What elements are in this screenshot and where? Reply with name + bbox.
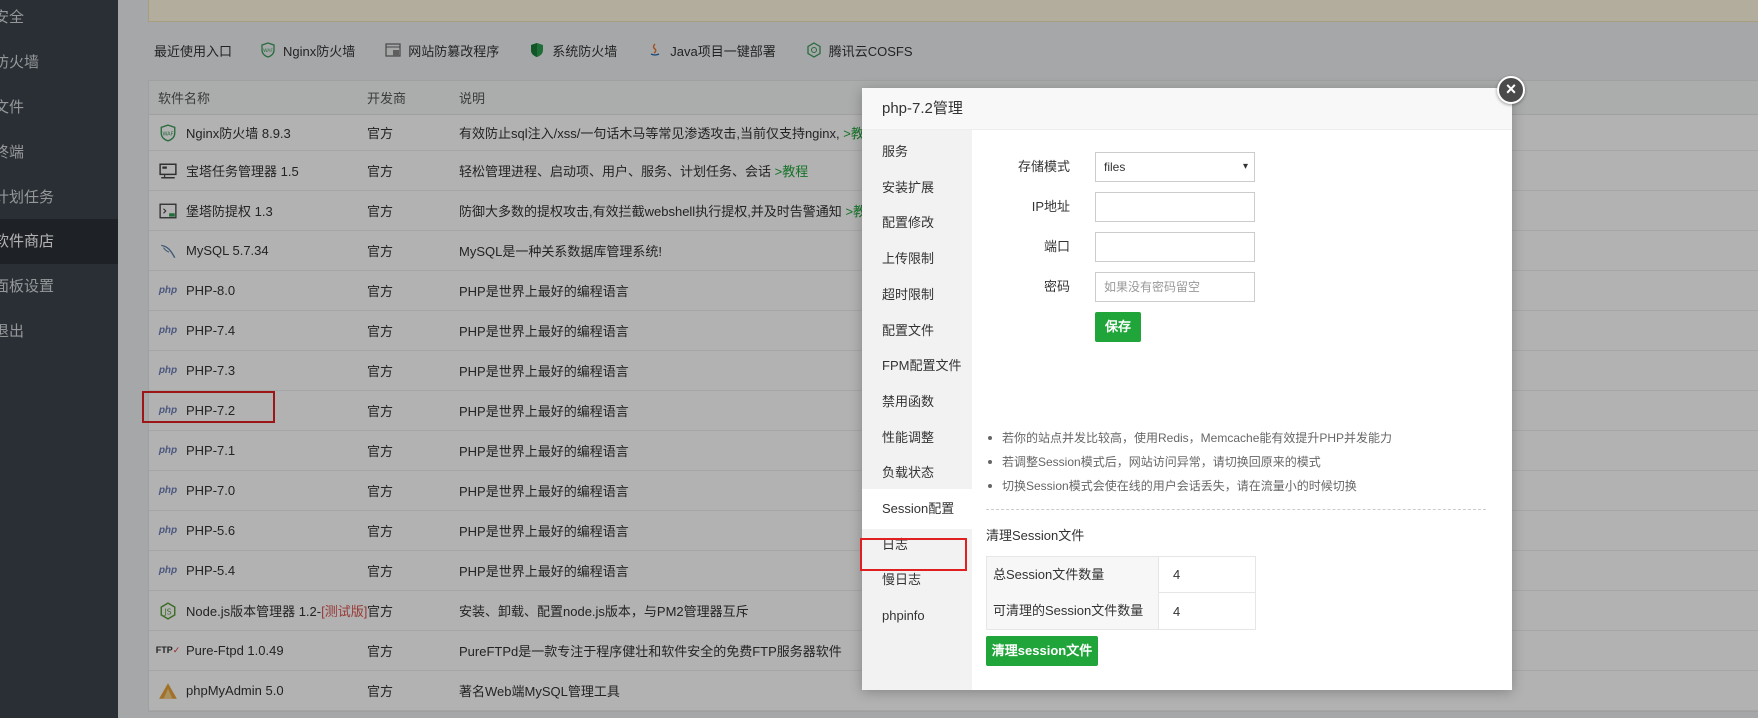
session-config-panel: 存储模式 files ▾ IP地址 端口 密码 如果没有密码留空 保存 若你的站… — [972, 130, 1512, 690]
tab-10[interactable]: Session配置 — [862, 489, 972, 529]
tab-7[interactable]: 禁用函数 — [862, 382, 972, 422]
dialog-tabs: 服务 安装扩展 配置修改 上传限制 超时限制 配置文件 FPM配置文件 禁用函数 性能调整 负载状… — [862, 130, 972, 690]
ip-row: IP地址 — [972, 192, 1512, 222]
tab-1[interactable]: 安装扩展 — [862, 168, 972, 208]
clean-session-button[interactable]: 清理session文件 — [986, 636, 1098, 666]
tip-item: 切换Session模式会使在线的用户会话丢失，请在流量小的时候切换 — [986, 474, 1506, 498]
dialog-title: php-7.2管理 — [862, 88, 1512, 130]
tab-2[interactable]: 配置修改 — [862, 203, 972, 243]
close-icon[interactable]: × — [1497, 76, 1525, 104]
password-label: 密码 — [1043, 279, 1070, 294]
port-label: 端口 — [1043, 239, 1070, 254]
tip-item: 若你的站点并发比较高，使用Redis，Memcache能有效提升PHP并发能力 — [986, 426, 1506, 450]
password-row: 密码 如果没有密码留空 — [972, 272, 1512, 302]
stat-row-cleanable: 可清理的Session文件数量 4 — [987, 593, 1255, 629]
tab-4[interactable]: 超时限制 — [862, 275, 972, 315]
stat-value: 4 — [1173, 603, 1181, 619]
tab-9[interactable]: 负载状态 — [862, 453, 972, 493]
stat-row-total: 总Session文件数量 4 — [987, 556, 1255, 593]
save-button[interactable]: 保存 — [1095, 312, 1141, 342]
tab-3[interactable]: 上传限制 — [862, 239, 972, 279]
tips-list: 若你的站点并发比较高，使用Redis，Memcache能有效提升PHP并发能力 … — [986, 426, 1506, 498]
tab-5[interactable]: 配置文件 — [862, 311, 972, 351]
divider — [986, 509, 1486, 510]
storage-mode-select[interactable]: files ▾ — [1095, 152, 1255, 182]
clean-session-title: 清理Session文件 — [986, 528, 1085, 543]
storage-mode-value: files — [1104, 160, 1126, 174]
tab-8[interactable]: 性能调整 — [862, 418, 972, 458]
tab-0[interactable]: 服务 — [862, 132, 972, 172]
stat-value: 4 — [1173, 567, 1181, 582]
tip-item: 若调整Session模式后，网站访问异常，请切换回原来的模式 — [986, 450, 1506, 474]
port-row: 端口 — [972, 232, 1512, 262]
session-tab-highlight-box — [860, 538, 967, 571]
chevron-down-icon: ▾ — [1242, 161, 1248, 172]
port-input[interactable] — [1095, 232, 1255, 262]
storage-mode-label: 存储模式 — [1017, 159, 1070, 174]
tab-13[interactable]: phpinfo — [862, 596, 972, 636]
tab-6[interactable]: FPM配置文件 — [862, 346, 972, 386]
storage-mode-row: 存储模式 files ▾ — [972, 152, 1512, 182]
stat-label: 总Session文件数量 — [987, 556, 1159, 593]
ip-label: IP地址 — [1031, 199, 1070, 214]
stat-label: 可清理的Session文件数量 — [987, 593, 1159, 629]
php-manage-dialog: php-7.2管理 服务 安装扩展 配置修改 上传限制 超时限制 配置文件 FPM配置文件禁… — [862, 88, 1512, 690]
ip-input[interactable] — [1095, 192, 1255, 222]
password-input[interactable]: 如果没有密码留空 — [1095, 272, 1255, 302]
session-stats-table: 总Session文件数量 4 可清理的Session文件数量 4 — [986, 556, 1256, 630]
